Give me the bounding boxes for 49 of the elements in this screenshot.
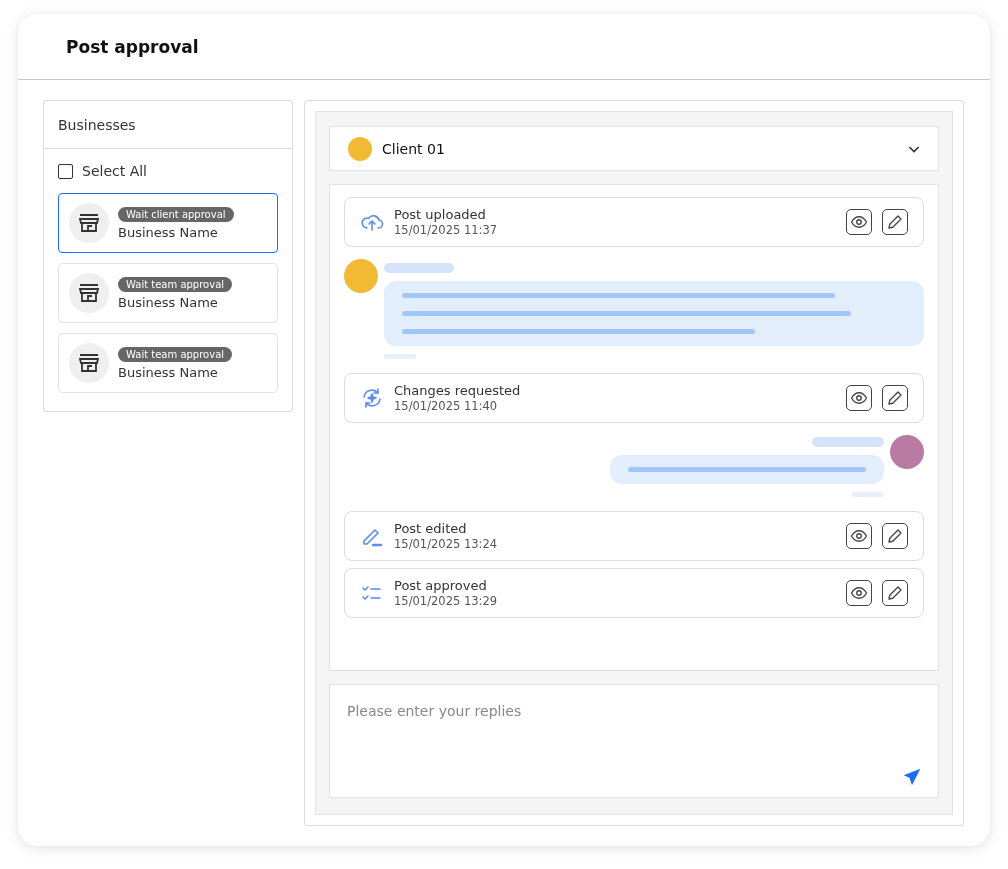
view-button[interactable] xyxy=(846,209,872,235)
pencil-icon xyxy=(886,389,904,407)
edit-button[interactable] xyxy=(882,523,908,549)
checkbox[interactable] xyxy=(58,163,73,179)
edit-button[interactable] xyxy=(882,209,908,235)
name-placeholder xyxy=(384,263,454,273)
pencil-icon xyxy=(886,213,904,231)
store-icon xyxy=(78,283,100,303)
refresh-sparkle-icon xyxy=(360,386,384,410)
edit-button[interactable] xyxy=(882,385,908,411)
status-badge: Wait client approval xyxy=(118,206,234,222)
send-icon xyxy=(902,767,922,787)
avatar xyxy=(344,259,378,293)
event-title: Post edited xyxy=(394,521,468,536)
send-button[interactable] xyxy=(902,767,922,787)
eye-icon xyxy=(850,213,868,231)
event-time: 15/01/2025 13:29 xyxy=(394,594,499,608)
sidebar-title: Businesses xyxy=(58,116,136,133)
event-time: 15/01/2025 13:24 xyxy=(394,537,499,551)
event-title: Post uploaded xyxy=(394,207,487,222)
business-name: Business Name xyxy=(118,294,218,310)
event-time: 15/01/2025 11:37 xyxy=(394,223,499,237)
view-button[interactable] xyxy=(846,580,872,606)
business-name: Business Name xyxy=(118,224,218,240)
eye-icon xyxy=(850,584,868,602)
pencil-icon xyxy=(886,584,904,602)
business-item[interactable]: Wait team approval Business Name xyxy=(58,263,278,323)
client-dropdown[interactable]: Client 01 xyxy=(329,126,939,171)
status-badge: Wait team approval xyxy=(118,346,233,362)
store-icon xyxy=(78,353,100,373)
view-button[interactable] xyxy=(846,523,872,549)
status-badge: Wait team approval xyxy=(118,276,233,292)
event-title: Post approved xyxy=(394,578,488,593)
business-item[interactable]: Wait client approval Business Name xyxy=(58,193,278,253)
business-name: Business Name xyxy=(118,364,218,380)
store-icon xyxy=(78,213,100,233)
pencil-icon xyxy=(886,527,904,545)
business-item[interactable]: Wait team approval Business Name xyxy=(58,333,278,393)
event-time: 15/01/2025 11:40 xyxy=(394,399,499,413)
select-all-label: Select All xyxy=(82,163,147,179)
page-title: Post approval xyxy=(66,36,199,57)
avatar xyxy=(348,136,372,161)
view-button[interactable] xyxy=(846,385,872,411)
name-placeholder xyxy=(812,437,884,447)
eye-icon xyxy=(850,389,868,407)
edit-button[interactable] xyxy=(882,580,908,606)
eye-icon xyxy=(850,527,868,545)
avatar xyxy=(890,435,924,469)
event-title: Changes requested xyxy=(394,383,522,398)
